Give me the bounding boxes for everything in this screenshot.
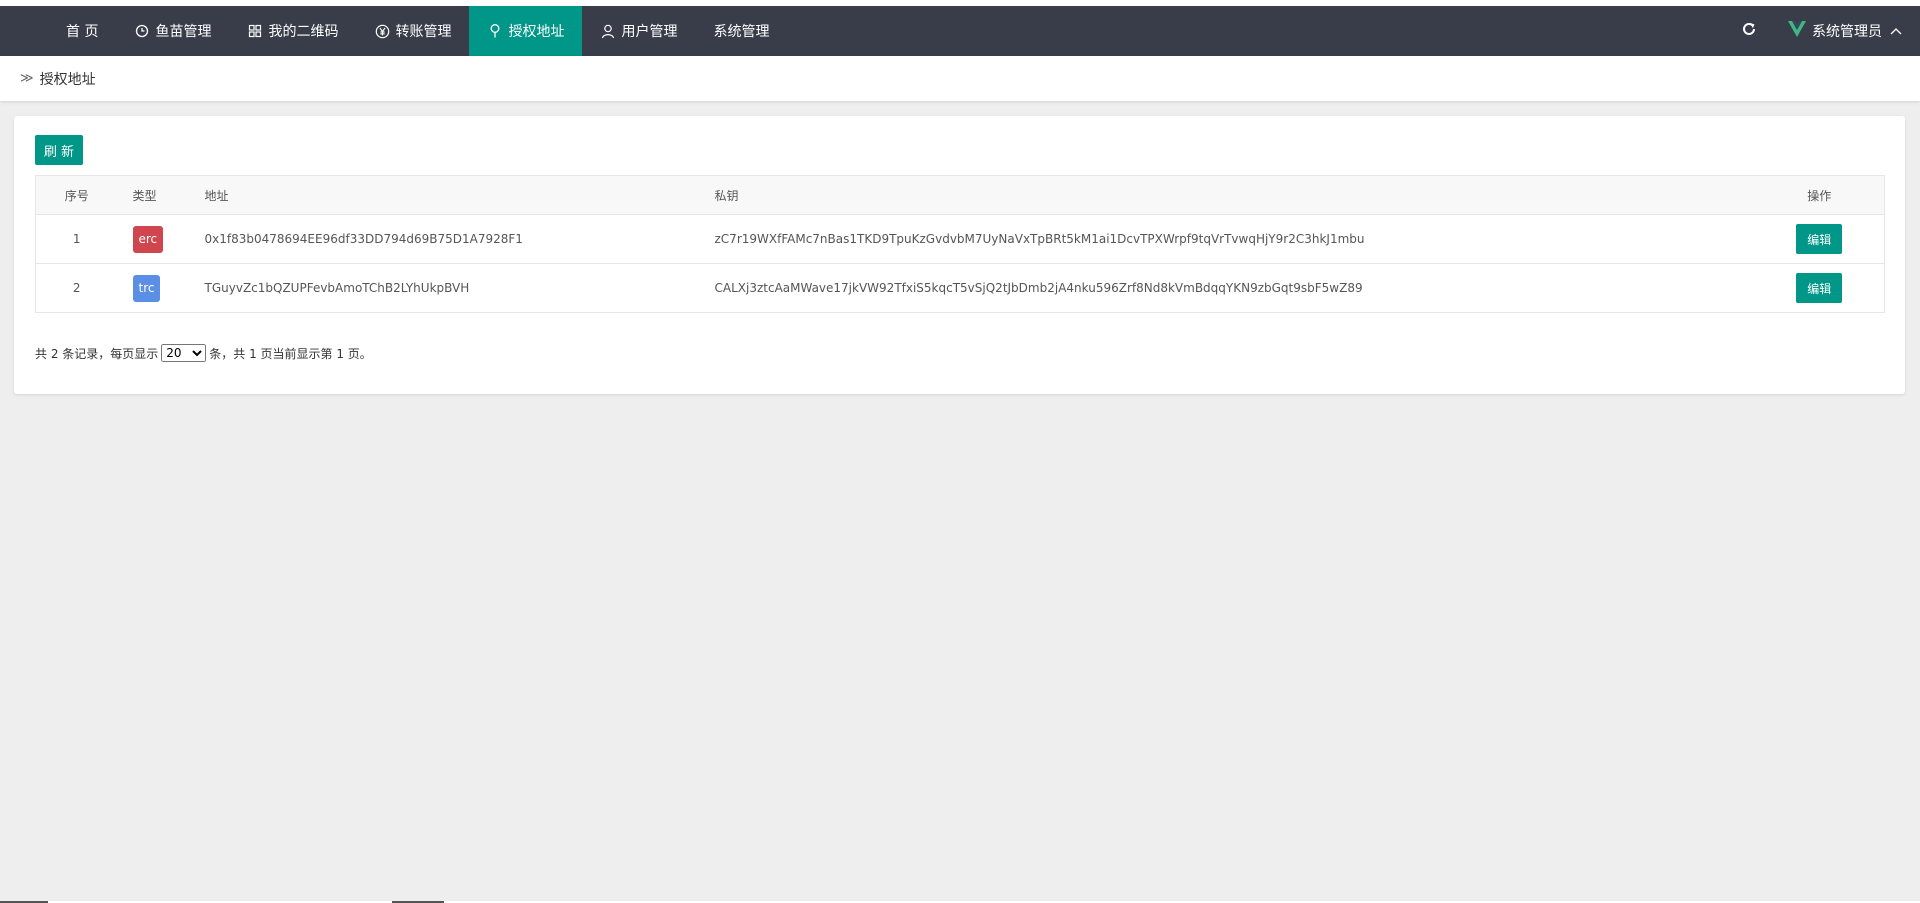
breadcrumb-separator-icon: ≫ <box>20 71 34 86</box>
refresh-page-button[interactable] <box>1734 16 1764 46</box>
table-header-row: 序号 类型 地址 私钥 操作 <box>35 175 1885 215</box>
pin-icon <box>487 23 503 39</box>
row-type-cell: trc <box>117 263 195 313</box>
row-address: 0x1f83b0478694EE96df33DD794d69B75D1A7928… <box>194 214 715 264</box>
table-row: 1 erc 0x1f83b0478694EE96df33DD794d69B75D… <box>35 214 1885 264</box>
nav-item-qrcode[interactable]: 我的二维码 <box>229 6 356 56</box>
row-index: 2 <box>35 263 118 313</box>
nav-item-auth-address[interactable]: 授权地址 <box>469 6 583 56</box>
nav-item-transfer[interactable]: 转账管理 <box>356 6 469 56</box>
row-private-key: CALXj3ztcAaMWave17jkVW92TfxiS5kqcT5vSjQ2… <box>714 263 1755 313</box>
nav-item-users[interactable]: 用户管理 <box>582 6 695 56</box>
nav-item-system[interactable]: 系统管理 <box>695 6 787 56</box>
user-icon <box>600 23 616 39</box>
pager-prefix: 共 2 条记录，每页显示 <box>35 346 159 361</box>
type-badge: trc <box>132 274 161 302</box>
row-type-cell: erc <box>117 214 195 264</box>
chevron-up-icon <box>1890 23 1902 39</box>
nav-item-label: 用户管理 <box>621 24 678 40</box>
user-name: 系统管理员 <box>1812 24 1882 40</box>
nav-item-label: 系统管理 <box>713 24 770 40</box>
row-index: 1 <box>35 214 118 264</box>
yen-icon <box>374 23 390 39</box>
top-navbar: 首 页 鱼苗管理 我的二维码 转账管理 授权地址 用户管理 系统管理 系统管理员 <box>0 6 1920 56</box>
user-menu[interactable]: 系统管理员 <box>1788 21 1902 41</box>
header-private-key: 私钥 <box>714 175 1755 215</box>
address-table: 序号 类型 地址 私钥 操作 1 erc 0x1f83b0478694EE96d… <box>35 175 1885 313</box>
row-operation-cell: 编辑 <box>1754 214 1885 264</box>
nav-item-fish[interactable]: 鱼苗管理 <box>116 6 229 56</box>
nav-menu: 首 页 鱼苗管理 我的二维码 转账管理 授权地址 用户管理 系统管理 <box>0 6 787 56</box>
header-operation: 操作 <box>1754 175 1885 215</box>
pager-suffix: 条，共 1 页当前显示第 1 页。 <box>209 346 372 361</box>
header-address: 地址 <box>194 175 715 215</box>
refresh-icon <box>1741 21 1757 41</box>
nav-item-label: 授权地址 <box>508 24 565 40</box>
edit-button[interactable]: 编辑 <box>1796 224 1843 254</box>
refresh-button[interactable]: 刷 新 <box>35 135 83 165</box>
edit-button[interactable]: 编辑 <box>1796 273 1843 303</box>
vue-logo-icon <box>1788 21 1806 41</box>
content-card: 刷 新 序号 类型 地址 私钥 操作 1 erc 0x1f83b0478694E… <box>14 116 1905 394</box>
grid-icon <box>247 23 263 39</box>
breadcrumb-current: 授权地址 <box>39 71 96 88</box>
nav-item-home[interactable]: 首 页 <box>48 6 116 56</box>
page-size-select[interactable]: 20 <box>161 344 207 362</box>
clock-icon <box>134 23 150 39</box>
nav-right: 系统管理员 <box>1734 6 1920 56</box>
nav-item-label: 转账管理 <box>395 24 452 40</box>
nav-item-label: 首 页 <box>66 24 99 40</box>
nav-item-label: 鱼苗管理 <box>155 24 212 40</box>
row-address: TGuyvZc1bQZUPFevbAmoTChB2LYhUkpBVH <box>194 263 715 313</box>
type-badge: erc <box>132 225 164 253</box>
breadcrumb: ≫ 授权地址 <box>0 56 1920 101</box>
row-operation-cell: 编辑 <box>1754 263 1885 313</box>
pagination: 共 2 条记录，每页显示 20 条，共 1 页当前显示第 1 页。 <box>35 344 372 362</box>
header-type: 类型 <box>117 175 195 215</box>
nav-item-label: 我的二维码 <box>268 24 339 40</box>
header-index: 序号 <box>35 175 118 215</box>
row-private-key: zC7r19WXfFAMc7nBas1TKD9TpuKzGvdvbM7UyNaV… <box>714 214 1755 264</box>
table-row: 2 trc TGuyvZc1bQZUPFevbAmoTChB2LYhUkpBVH… <box>35 263 1885 313</box>
